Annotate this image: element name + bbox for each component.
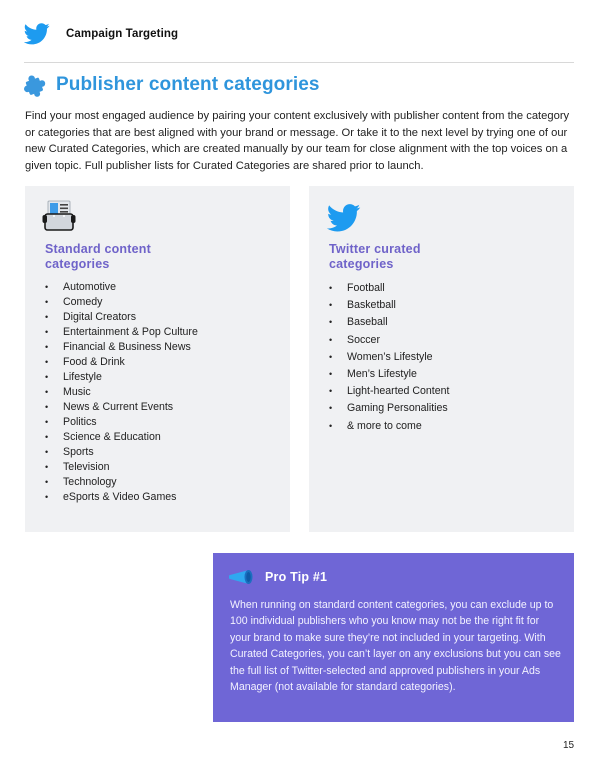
list-item-label: Football — [347, 282, 385, 294]
list-item: • Entertainment & Pop Culture — [45, 325, 198, 340]
standard-categories-list: • Automotive • Comedy • Digital Creators • E… — [45, 280, 198, 505]
standard-categories-panel: Standard content categories • Automotive … — [25, 186, 290, 532]
list-item-label: Light-hearted Content — [347, 385, 450, 398]
list-item: • & more to come — [329, 418, 449, 435]
curated-categories-panel: Twitter curated categories • Football • Ba… — [309, 186, 574, 532]
list-item: • Baseball — [329, 314, 449, 331]
list-item: • Soccer — [329, 332, 449, 349]
list-item: • Gaming Personalities — [329, 400, 449, 417]
bullet: • — [329, 420, 333, 431]
bullet: • — [329, 351, 333, 362]
list-item: • Light-hearted Content — [329, 383, 449, 400]
list-item: • Men’s Lifestyle — [329, 366, 449, 383]
bullet: • — [329, 386, 333, 397]
rolodex-icon — [42, 200, 76, 231]
list-item-label: Basketball — [347, 299, 396, 312]
list-item-label: Automotive — [63, 281, 116, 293]
list-item-label: Television — [63, 461, 110, 473]
list-item-label: Entertainment & Pop Culture — [63, 326, 198, 338]
bullet: • — [45, 357, 49, 367]
standard-title-line1: Standard content — [45, 242, 151, 256]
list-item: • Politics — [45, 415, 198, 430]
list-item: • Comedy — [45, 295, 198, 310]
bullet: • — [329, 368, 333, 379]
bullet: • — [45, 312, 49, 322]
list-item-label: News & Current Events — [63, 401, 174, 413]
bullet: • — [45, 447, 49, 457]
bullet: • — [45, 402, 49, 412]
list-item: • Science & Education — [45, 430, 198, 445]
curated-categories-title: Twitter curated categories — [329, 242, 421, 271]
page-header: Campaign Targeting — [24, 20, 178, 48]
bullet: • — [45, 462, 49, 472]
bullet: • — [45, 327, 49, 337]
intro-paragraph: Find your most engaged audience by pairi… — [25, 110, 570, 172]
list-item-label: Politics — [63, 416, 97, 428]
bullet: • — [45, 432, 49, 442]
list-item-label: Comedy — [63, 296, 103, 308]
list-item-label: eSports & Video Games — [63, 491, 177, 503]
list-item: • Music — [45, 385, 198, 400]
bullet: • — [329, 300, 333, 311]
list-item: • Food & Drink — [45, 355, 198, 370]
list-item: • Automotive — [45, 280, 198, 295]
pro-tip-header: Pro Tip #1 — [229, 569, 327, 585]
list-item: • Digital Creators — [45, 310, 198, 325]
curated-categories-list: • Football • Basketball • Baseball • Soccer … — [329, 280, 449, 435]
bullet: • — [45, 477, 49, 487]
bullet: • — [329, 334, 333, 345]
list-item-label: Sports — [63, 446, 94, 458]
curated-title-line2: categories — [329, 256, 394, 271]
list-item-label: Baseball — [347, 316, 388, 329]
list-item: • Lifestyle — [45, 370, 198, 385]
header-divider — [24, 62, 574, 63]
list-item-label: Music — [63, 386, 91, 398]
bullet: • — [329, 283, 333, 293]
bullet: • — [45, 417, 49, 427]
list-item-label: Soccer — [347, 333, 380, 346]
pro-tip-body: When running on standard content categor… — [230, 599, 561, 694]
list-item-label: Digital Creators — [63, 311, 137, 323]
page-number: 15 — [563, 740, 575, 751]
list-item: • Technology — [45, 475, 198, 490]
section-title: Publisher content categories — [56, 74, 320, 95]
list-item-label: Women’s Lifestyle — [347, 350, 433, 363]
list-item: • Financial & Business News — [45, 340, 198, 355]
pro-tip-title: Pro Tip #1 — [265, 570, 328, 584]
list-item-label: Financial & Business News — [63, 341, 191, 353]
megaphone-icon — [229, 570, 253, 584]
list-item-label: & more to come — [347, 419, 422, 432]
list-item-label: Gaming Personalities — [347, 402, 448, 415]
bullet: • — [329, 403, 333, 414]
list-item-label: Technology — [63, 476, 117, 488]
list-item-label: Science & Education — [63, 431, 161, 443]
list-item: • Football — [329, 280, 449, 297]
list-item: • Sports — [45, 445, 198, 460]
list-item-label: Food & Drink — [63, 356, 125, 368]
list-item: • Women’s Lifestyle — [329, 349, 449, 366]
list-item: • Television — [45, 460, 198, 475]
section-heading: Publisher content categories — [22, 72, 320, 98]
bullet: • — [329, 317, 333, 328]
puzzle-piece-icon — [24, 75, 46, 97]
standard-categories-title: Standard content categories — [45, 242, 151, 271]
twitter-bird-icon — [327, 204, 361, 232]
bullet: • — [45, 387, 49, 397]
list-item: • News & Current Events — [45, 400, 198, 415]
bullet: • — [45, 372, 49, 382]
bullet: • — [45, 342, 49, 352]
twitter-bird-icon — [24, 23, 50, 45]
list-item-label: Lifestyle — [63, 371, 102, 383]
bullet: • — [45, 492, 49, 502]
list-item: • Basketball — [329, 297, 449, 314]
header-title: Campaign Targeting — [66, 28, 179, 40]
list-item-label: Men’s Lifestyle — [347, 367, 417, 380]
bullet: • — [45, 297, 49, 307]
list-item: • eSports & Video Games — [45, 490, 198, 505]
bullet: • — [45, 282, 49, 292]
curated-title-line1: Twitter curated — [329, 242, 421, 256]
standard-title-line2: categories — [45, 256, 110, 271]
pro-tip-box: Pro Tip #1 When running on standard cont… — [213, 553, 574, 722]
